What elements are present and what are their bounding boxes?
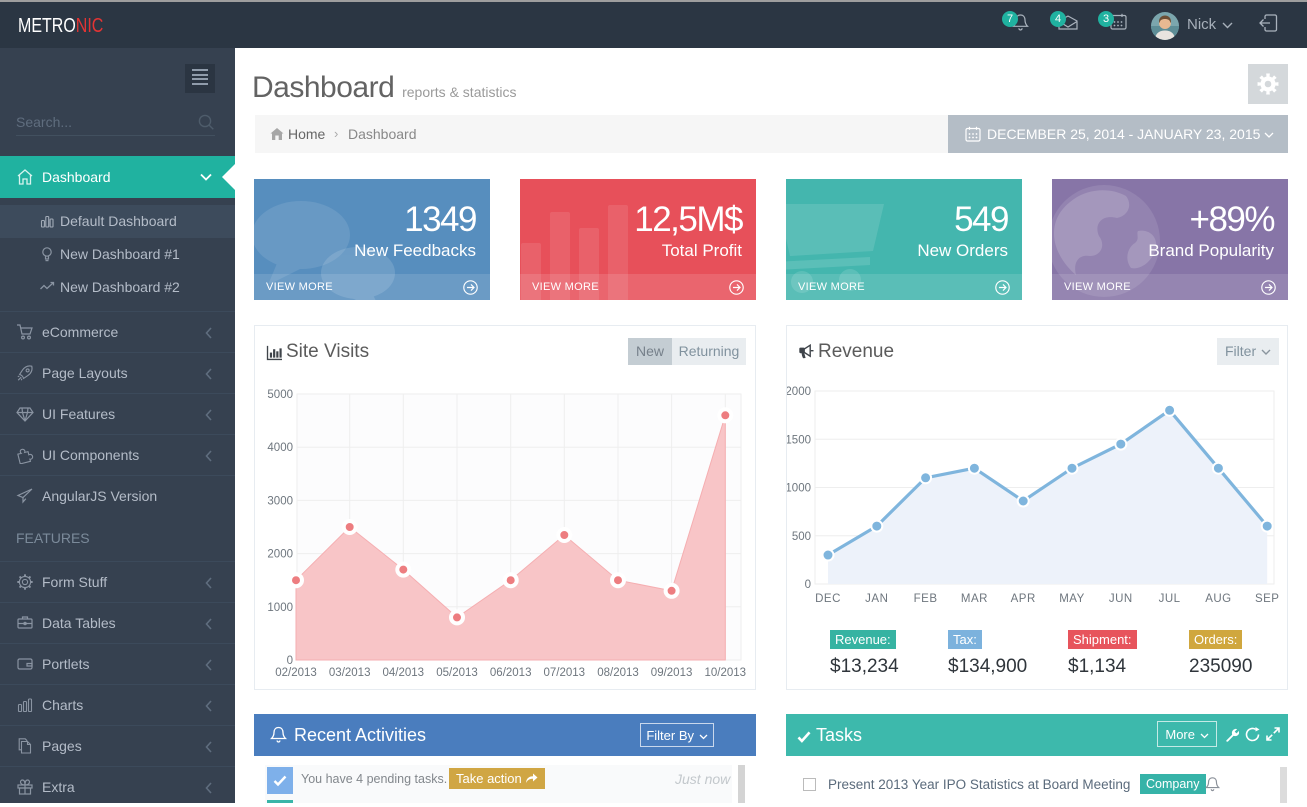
svg-text:500: 500 xyxy=(792,531,811,543)
svg-text:2000: 2000 xyxy=(787,386,811,398)
svg-text:JAN: JAN xyxy=(865,593,888,605)
svg-text:JUL: JUL xyxy=(1159,593,1181,605)
svg-text:05/2013: 05/2013 xyxy=(436,667,478,679)
svg-text:09/2013: 09/2013 xyxy=(651,667,693,679)
svg-text:08/2013: 08/2013 xyxy=(597,667,639,679)
svg-text:APR: APR xyxy=(1011,593,1036,605)
svg-text:04/2013: 04/2013 xyxy=(383,667,425,679)
svg-text:0: 0 xyxy=(287,655,293,667)
svg-text:1500: 1500 xyxy=(787,434,811,446)
svg-text:02/2013: 02/2013 xyxy=(275,667,317,679)
svg-text:2000: 2000 xyxy=(267,549,293,561)
svg-text:0: 0 xyxy=(805,579,811,591)
svg-text:FEB: FEB xyxy=(914,593,938,605)
svg-text:4000: 4000 xyxy=(267,442,293,454)
svg-text:MAR: MAR xyxy=(961,593,988,605)
svg-text:DEC: DEC xyxy=(815,593,841,605)
svg-text:07/2013: 07/2013 xyxy=(544,667,586,679)
svg-text:SEP: SEP xyxy=(1255,593,1280,605)
svg-text:AUG: AUG xyxy=(1205,593,1231,605)
svg-text:3000: 3000 xyxy=(267,495,293,507)
svg-text:1000: 1000 xyxy=(267,602,293,614)
svg-text:03/2013: 03/2013 xyxy=(329,667,371,679)
svg-text:MAY: MAY xyxy=(1059,593,1085,605)
svg-text:06/2013: 06/2013 xyxy=(490,667,532,679)
svg-text:5000: 5000 xyxy=(267,389,293,401)
svg-text:JUN: JUN xyxy=(1109,593,1133,605)
svg-text:10/2013: 10/2013 xyxy=(705,667,747,679)
svg-text:1000: 1000 xyxy=(787,483,811,495)
